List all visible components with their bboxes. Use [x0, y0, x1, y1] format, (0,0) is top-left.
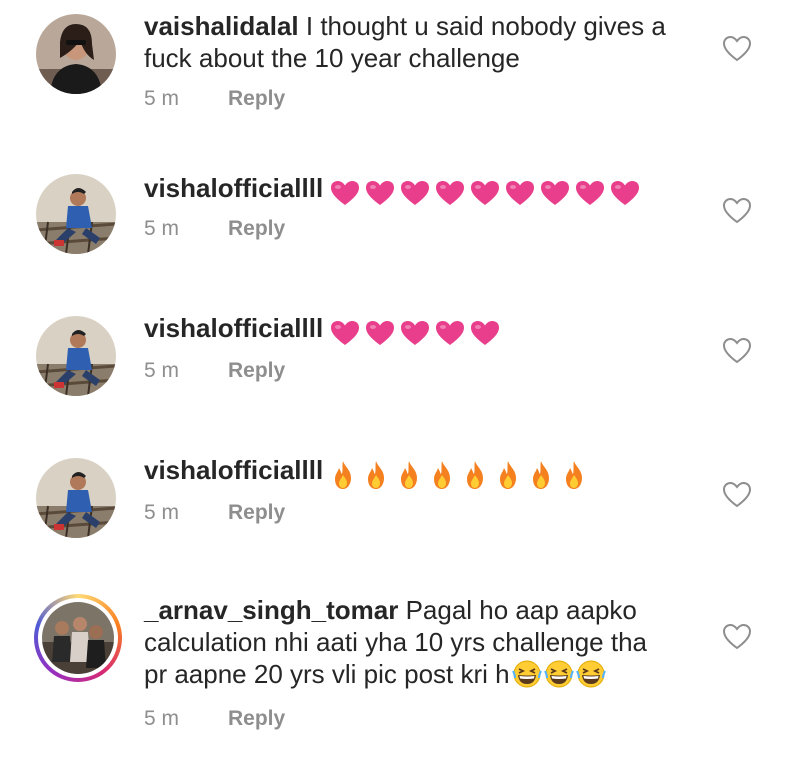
comment-text: vishalofficiallll	[144, 454, 694, 490]
comment-username[interactable]: _arnav_singh_tomar	[144, 595, 398, 625]
comment-body: Pagal ho aap aapko	[405, 595, 637, 625]
comment-meta: 5 m Reply	[144, 216, 285, 242]
grinning-emoji-row	[510, 659, 606, 689]
heart-like-icon[interactable]	[722, 622, 752, 652]
reply-button[interactable]: Reply	[228, 217, 285, 240]
comment-item: vishalofficiallll 5 m Reply	[0, 150, 800, 290]
heart-emoji-icon	[436, 181, 465, 206]
comment-text: vaishalidalal I thought u said nobody gi…	[144, 10, 694, 74]
comment-username[interactable]: vishalofficiallll	[144, 313, 323, 343]
heart-emoji-icon	[331, 181, 360, 206]
heart-like-icon[interactable]	[722, 196, 752, 226]
avatar[interactable]	[36, 316, 116, 396]
avatar[interactable]	[36, 14, 116, 94]
heart-emoji-icon	[506, 181, 535, 206]
story-ring-avatar[interactable]	[34, 594, 122, 682]
reply-button[interactable]: Reply	[228, 359, 285, 382]
avatar[interactable]	[36, 458, 116, 538]
comment-meta: 5 m Reply	[144, 500, 285, 526]
comment-timestamp: 5 m	[144, 87, 180, 110]
heart-emoji-row	[329, 315, 504, 346]
heart-like-icon[interactable]	[722, 336, 752, 366]
grinning-squinting-emoji-icon	[511, 660, 542, 688]
comment-body: pr aapne 20 yrs vli pic post kri h	[144, 659, 510, 689]
fire-emoji-icon	[467, 461, 484, 490]
comment-line: pr aapne 20 yrs vli pic post kri h	[144, 658, 694, 690]
heart-emoji-row	[329, 175, 644, 206]
comment-line: _arnav_singh_tomar Pagal ho aap aapko	[144, 594, 694, 626]
comment-text: vishalofficiallll	[144, 312, 694, 346]
reply-button[interactable]: Reply	[228, 707, 285, 730]
fire-emoji-icon	[533, 461, 550, 490]
fire-emoji-row	[329, 457, 593, 490]
comment-timestamp: 5 m	[144, 501, 180, 524]
comment-meta: 5 m Reply	[144, 706, 285, 732]
comment-item: vaishalidalal I thought u said nobody gi…	[0, 0, 800, 150]
reply-button[interactable]: Reply	[228, 501, 285, 524]
comment-item: vishalofficiallll 5 m Reply	[0, 432, 800, 578]
heart-like-icon[interactable]	[722, 34, 752, 64]
heart-emoji-icon	[366, 321, 395, 346]
comment-username[interactable]: vishalofficiallll	[144, 173, 323, 203]
comment-text: _arnav_singh_tomar Pagal ho aap aapko ca…	[144, 594, 694, 690]
heart-emoji-icon	[471, 181, 500, 206]
comment-username[interactable]: vishalofficiallll	[144, 455, 323, 485]
heart-emoji-icon	[576, 181, 605, 206]
comment-timestamp: 5 m	[144, 707, 180, 730]
fire-emoji-icon	[434, 461, 451, 490]
comment-text: vishalofficiallll	[144, 172, 694, 206]
comment-item: _arnav_singh_tomar Pagal ho aap aapko ca…	[0, 578, 800, 768]
comment-item: vishalofficiallll 5 m Reply	[0, 290, 800, 432]
comment-timestamp: 5 m	[144, 359, 180, 382]
heart-emoji-icon	[436, 321, 465, 346]
fire-emoji-icon	[500, 461, 517, 490]
fire-emoji-icon	[335, 461, 352, 490]
comment-username[interactable]: vaishalidalal	[144, 11, 299, 41]
heart-emoji-icon	[611, 181, 640, 206]
heart-emoji-icon	[401, 321, 430, 346]
grinning-squinting-emoji-icon	[575, 660, 606, 688]
grinning-squinting-emoji-icon	[543, 660, 574, 688]
avatar[interactable]	[36, 174, 116, 254]
fire-emoji-icon	[401, 461, 418, 490]
heart-emoji-icon	[331, 321, 360, 346]
comment-line: calculation nhi aati yha 10 yrs challeng…	[144, 627, 647, 657]
avatar[interactable]	[42, 602, 114, 674]
reply-button[interactable]: Reply	[228, 87, 285, 110]
comment-meta: 5 m Reply	[144, 358, 285, 384]
comment-timestamp: 5 m	[144, 217, 180, 240]
fire-emoji-icon	[368, 461, 385, 490]
fire-emoji-icon	[566, 461, 583, 490]
heart-emoji-icon	[541, 181, 570, 206]
heart-emoji-icon	[366, 181, 395, 206]
heart-emoji-icon	[471, 321, 500, 346]
comment-meta: 5 m Reply	[144, 86, 285, 112]
heart-like-icon[interactable]	[722, 480, 752, 510]
heart-emoji-icon	[401, 181, 430, 206]
